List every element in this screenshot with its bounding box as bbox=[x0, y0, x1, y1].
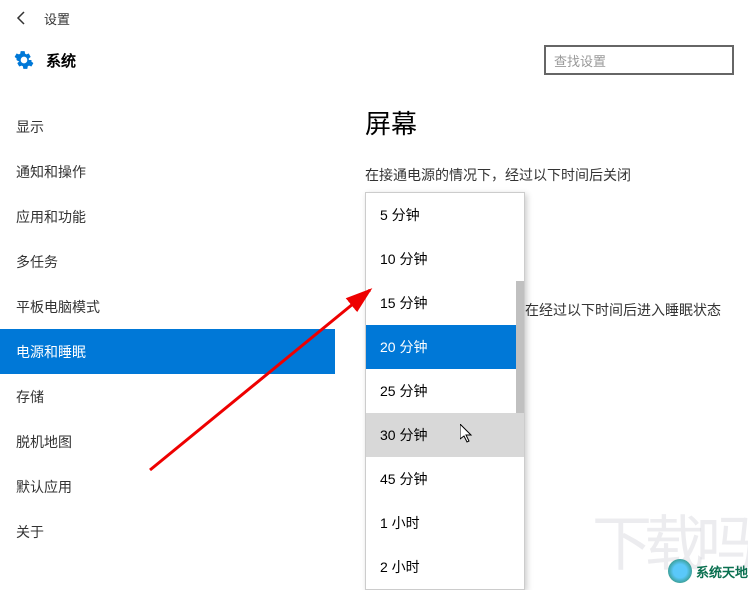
sidebar-item-default-apps[interactable]: 默认应用 bbox=[0, 464, 335, 509]
dropdown-option-2hr[interactable]: 2 小时 bbox=[366, 545, 524, 589]
back-button[interactable] bbox=[8, 4, 36, 32]
sidebar-item-apps[interactable]: 应用和功能 bbox=[0, 194, 335, 239]
arrow-left-icon bbox=[14, 10, 30, 26]
screen-off-label: 在接通电源的情况下，经过以下时间后关闭 bbox=[365, 165, 748, 185]
main-panel: 屏幕 在接通电源的情况下，经过以下时间后关闭 15 分钟 ⌄ 5 分钟 10 分… bbox=[335, 84, 748, 583]
dropdown-option-30min[interactable]: 30 分钟 bbox=[366, 413, 524, 457]
dropdown-option-25min[interactable]: 25 分钟 bbox=[366, 369, 524, 413]
sidebar-item-storage[interactable]: 存储 bbox=[0, 374, 335, 419]
header-title: 系统 bbox=[46, 50, 76, 71]
search-input[interactable]: 查找设置 bbox=[544, 45, 734, 75]
content: 显示 通知和操作 应用和功能 多任务 平板电脑模式 电源和睡眠 存储 脱机地图 … bbox=[0, 84, 748, 583]
page-title: 屏幕 bbox=[365, 104, 748, 141]
search-placeholder: 查找设置 bbox=[554, 51, 606, 70]
sidebar-item-tablet[interactable]: 平板电脑模式 bbox=[0, 284, 335, 329]
sidebar-item-notifications[interactable]: 通知和操作 bbox=[0, 149, 335, 194]
dropdown-option-10min[interactable]: 10 分钟 bbox=[366, 237, 524, 281]
sidebar-item-display[interactable]: 显示 bbox=[0, 104, 335, 149]
dropdown-option-20min[interactable]: 20 分钟 bbox=[366, 325, 524, 369]
globe-icon bbox=[668, 559, 692, 583]
header: 系统 查找设置 bbox=[0, 36, 748, 84]
dropdown-option-5min[interactable]: 5 分钟 bbox=[366, 193, 524, 237]
sidebar-item-multitask[interactable]: 多任务 bbox=[0, 239, 335, 284]
dropdown-option-15min[interactable]: 15 分钟 bbox=[366, 281, 524, 325]
gear-icon bbox=[14, 50, 34, 70]
dropdown-option-45min[interactable]: 45 分钟 bbox=[366, 457, 524, 501]
sleep-label: 在经过以下时间后进入睡眠状态 bbox=[525, 300, 721, 320]
timeout-dropdown: 5 分钟 10 分钟 15 分钟 20 分钟 25 分钟 30 分钟 45 分钟… bbox=[365, 192, 525, 590]
window-title: 设置 bbox=[44, 9, 70, 28]
watermark: 系统天地 bbox=[668, 559, 748, 583]
sidebar-item-offline-maps[interactable]: 脱机地图 bbox=[0, 419, 335, 464]
sidebar: 显示 通知和操作 应用和功能 多任务 平板电脑模式 电源和睡眠 存储 脱机地图 … bbox=[0, 84, 335, 583]
sidebar-item-about[interactable]: 关于 bbox=[0, 509, 335, 554]
dropdown-scrollbar[interactable] bbox=[516, 281, 524, 413]
titlebar: 设置 bbox=[0, 0, 748, 36]
sidebar-item-power-sleep[interactable]: 电源和睡眠 bbox=[0, 329, 335, 374]
dropdown-option-1hr[interactable]: 1 小时 bbox=[366, 501, 524, 545]
watermark-text: 系统天地 bbox=[696, 562, 748, 581]
